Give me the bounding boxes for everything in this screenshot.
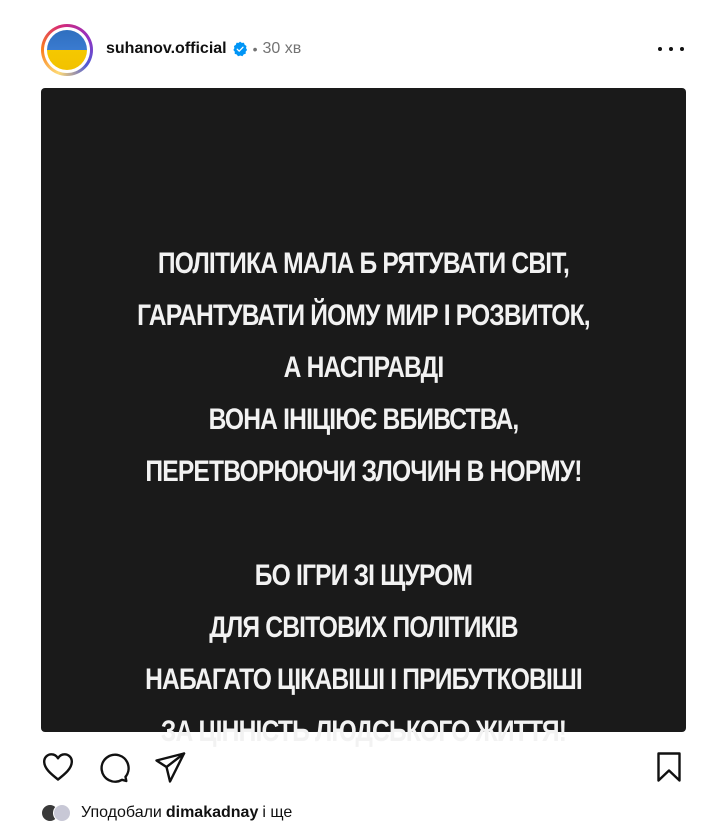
image-text-line: ДЛЯ СВІТОВИХ ПОЛІТИКІВ (209, 611, 518, 644)
image-text-block-1: ПОЛІТИКА МАЛА Б РЯТУВАТИ СВІТ, ГАРАНТУВА… (99, 238, 628, 498)
likes-prefix: Уподобали (81, 804, 162, 821)
likes-others-link[interactable]: і ще (262, 804, 292, 822)
image-text-block-2: БО ІГРИ ЗІ ЩУРОМ ДЛЯ СВІТОВИХ ПОЛІТИКІВ … (99, 550, 628, 758)
image-text-line: А НАСПРАВДІ (283, 351, 445, 384)
comment-icon[interactable] (96, 750, 130, 784)
image-text-line: БО ІГРИ ЗІ ЩУРОМ (254, 559, 473, 592)
separator-dot: • (252, 41, 258, 57)
post-time[interactable]: 30 хв (263, 40, 302, 58)
liker-avatar (53, 804, 71, 822)
image-text-line: ВОНА ІНІЦІЮЄ ВБИВСТВА, (208, 403, 520, 436)
verified-badge-icon (232, 41, 247, 57)
avatar[interactable] (47, 30, 87, 70)
more-options-icon[interactable] (658, 39, 684, 59)
story-ring[interactable] (41, 24, 93, 76)
liker-username-link[interactable]: dimakadnay (166, 804, 258, 822)
action-bar (41, 750, 686, 784)
heart-icon[interactable] (41, 750, 75, 784)
more-dot (658, 47, 662, 51)
share-icon[interactable] (153, 750, 187, 784)
image-text-line: ГАРАНТУВАТИ ЙОМУ МИР І РОЗВИТОК, (137, 299, 590, 332)
more-dot (680, 47, 684, 51)
image-text-line: ПЕРЕТВОРЮЮЧИ ЗЛОЧИН В НОРМУ! (145, 455, 582, 488)
likes-summary[interactable]: Уподобали dimakadnay і ще (41, 800, 292, 826)
post: suhanov.official • 30 хв ПОЛІТИКА МАЛА Б… (0, 0, 721, 827)
liker-avatars (41, 802, 77, 824)
bookmark-icon[interactable] (652, 750, 686, 784)
post-header: suhanov.official • 30 хв (41, 24, 686, 76)
image-text-line: НАБАГАТО ЦІКАВІШІ І ПРИБУТКОВІШІ (145, 663, 583, 696)
username-row: suhanov.official • 30 хв (106, 38, 301, 60)
username-link[interactable]: suhanov.official (106, 40, 227, 58)
more-dot (669, 47, 673, 51)
post-image[interactable]: ПОЛІТИКА МАЛА Б РЯТУВАТИ СВІТ, ГАРАНТУВА… (41, 88, 686, 748)
image-text-line: ПОЛІТИКА МАЛА Б РЯТУВАТИ СВІТ, (157, 247, 570, 280)
avatar-frame (44, 27, 90, 73)
